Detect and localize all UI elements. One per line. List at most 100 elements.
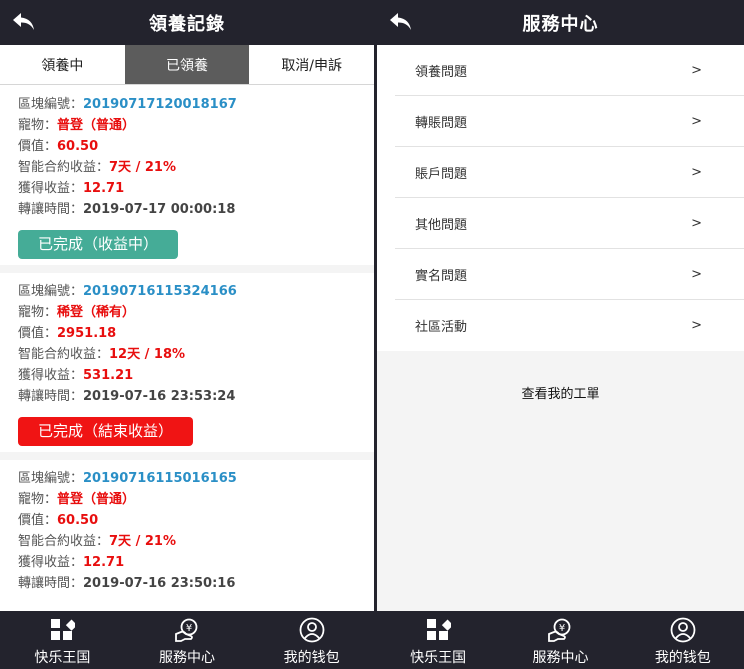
- transfer-time-row: 轉讓時間：2019-07-16 23:53:24: [18, 386, 356, 407]
- service-item-transfer[interactable]: 轉賬問題 >: [395, 96, 744, 147]
- service-item-community[interactable]: 社區活動 >: [395, 300, 744, 351]
- earned-value: 12.71: [83, 181, 125, 196]
- service-item-label: 其他問題: [415, 217, 468, 233]
- pet-row: 寵物：普登（普通）: [18, 115, 356, 136]
- service-center-screen: 服務中心 領養問題 > 轉賬問題 > 賬戶問題 > 其他問題 > 實名問題 > …: [377, 0, 744, 669]
- block-id-label: 區塊編號：: [18, 284, 84, 299]
- price-label: 價值：: [18, 513, 58, 528]
- chevron-right-icon: >: [691, 266, 702, 282]
- transfer-time-row: 轉讓時間：2019-07-16 23:50:16: [18, 573, 356, 594]
- tab-adopted[interactable]: 已領養: [124, 45, 250, 84]
- adoption-records-screen: 領養記錄 領養中 已領養 取消/申訴 區塊編號：2019071712001816…: [0, 0, 374, 669]
- back-arrow-icon[interactable]: [10, 9, 38, 35]
- nav-service-center[interactable]: ¥ 服務中心: [499, 611, 621, 669]
- block-id-value: 20190717120018167: [83, 97, 237, 112]
- contract-value: 12天 / 18%: [109, 347, 186, 362]
- earned-label: 獲得收益：: [18, 181, 84, 196]
- nav-label: 服務中心: [159, 650, 215, 666]
- earned-row: 獲得收益：12.71: [18, 178, 356, 199]
- service-menu: 領養問題 > 轉賬問題 > 賬戶問題 > 其他問題 > 實名問題 > 社區活動 …: [377, 45, 744, 351]
- block-id-label: 區塊編號：: [18, 97, 84, 112]
- record-tabs: 領養中 已領養 取消/申訴: [0, 45, 374, 85]
- tab-cancel-appeal[interactable]: 取消/申訴: [249, 45, 374, 84]
- pet-label: 寵物：: [18, 118, 58, 133]
- price-row: 價值：60.50: [18, 510, 356, 531]
- pet-label: 寵物：: [18, 305, 58, 320]
- price-row: 價值：60.50: [18, 136, 356, 157]
- nav-happy-kingdom[interactable]: 快乐王国: [0, 611, 125, 669]
- service-item-label: 賬戶問題: [415, 166, 468, 182]
- earned-value: 12.71: [83, 555, 125, 570]
- transfer-time-value: 2019-07-17 00:00:18: [83, 202, 236, 217]
- block-id-row: 區塊編號：20190716115016165: [18, 468, 356, 489]
- nav-label: 我的钱包: [283, 650, 340, 666]
- contract-row: 智能合約收益：12天 / 18%: [18, 344, 356, 365]
- service-item-adoption[interactable]: 領養問題 >: [395, 45, 744, 96]
- chevron-right-icon: >: [691, 113, 702, 129]
- record-card: 區塊編號：20190716115016165 寵物：普登（普通） 價值：60.5…: [0, 460, 374, 609]
- chevron-right-icon: >: [691, 62, 702, 78]
- earned-label: 獲得收益：: [18, 368, 84, 383]
- pet-value: 普登（普通）: [57, 118, 136, 133]
- header-bar: 領養記錄: [0, 0, 374, 45]
- nav-label: 我的钱包: [654, 650, 711, 666]
- block-id-value: 20190716115016165: [83, 471, 237, 486]
- contract-label: 智能合約收益：: [18, 347, 110, 362]
- service-item-label: 領養問題: [415, 64, 468, 80]
- record-card: 區塊編號：20190716115324166 寵物：稀登（稀有） 價值：2951…: [0, 273, 374, 460]
- price-label: 價值：: [18, 139, 58, 154]
- contract-label: 智能合約收益：: [18, 160, 110, 175]
- earned-label: 獲得收益：: [18, 555, 84, 570]
- price-row: 價值：2951.18: [18, 323, 356, 344]
- service-item-other[interactable]: 其他問題 >: [395, 198, 744, 249]
- chevron-right-icon: >: [691, 164, 702, 180]
- tab-adopting[interactable]: 領養中: [0, 45, 125, 84]
- grid-icon: [51, 619, 76, 640]
- price-value: 60.50: [57, 139, 99, 154]
- record-list[interactable]: 區塊編號：20190717120018167 寵物：普登（普通） 價值：60.5…: [0, 86, 374, 609]
- nav-label: 服務中心: [532, 650, 589, 666]
- svg-text:¥: ¥: [186, 623, 192, 634]
- transfer-time-label: 轉讓時間：: [18, 576, 84, 591]
- status-button[interactable]: 已完成（結束收益）: [18, 417, 194, 446]
- wallet-icon: [299, 617, 325, 643]
- page-title: 服務中心: [522, 13, 599, 35]
- nav-label: 快乐王国: [34, 650, 91, 666]
- nav-happy-kingdom[interactable]: 快乐王国: [377, 611, 499, 669]
- price-value: 60.50: [57, 513, 99, 528]
- view-my-tickets-link[interactable]: 查看我的工單: [377, 383, 744, 402]
- status-button[interactable]: 已完成（收益中）: [18, 230, 179, 259]
- nav-my-wallet[interactable]: 我的钱包: [249, 611, 374, 669]
- pet-value: 稀登（稀有）: [57, 305, 136, 320]
- block-id-row: 區塊編號：20190717120018167: [18, 94, 356, 115]
- bottom-nav: 快乐王国 ¥ 服務中心 我的钱包: [377, 611, 744, 669]
- nav-label: 快乐王国: [410, 650, 467, 666]
- transfer-time-row: 轉讓時間：2019-07-17 00:00:18: [18, 199, 356, 220]
- grid-icon: [427, 619, 452, 640]
- service-item-account[interactable]: 賬戶問題 >: [395, 147, 744, 198]
- earned-value: 531.21: [83, 368, 134, 383]
- block-id-value: 20190716115324166: [83, 284, 237, 299]
- earned-row: 獲得收益：531.21: [18, 365, 356, 386]
- contract-value: 7天 / 21%: [109, 160, 176, 175]
- transfer-time-value: 2019-07-16 23:53:24: [83, 389, 236, 404]
- contract-label: 智能合約收益：: [18, 534, 110, 549]
- header-bar: 服務中心: [377, 0, 744, 45]
- transfer-time-value: 2019-07-16 23:50:16: [83, 576, 236, 591]
- service-item-realname[interactable]: 實名問題 >: [395, 249, 744, 300]
- chevron-right-icon: >: [691, 318, 702, 333]
- pet-label: 寵物：: [18, 492, 58, 507]
- page-title: 領養記錄: [149, 13, 225, 35]
- contract-row: 智能合約收益：7天 / 21%: [18, 157, 356, 178]
- svg-text:¥: ¥: [559, 623, 565, 634]
- nav-service-center[interactable]: ¥ 服務中心: [125, 611, 250, 669]
- back-arrow-icon[interactable]: [387, 9, 415, 35]
- transfer-time-label: 轉讓時間：: [18, 202, 84, 217]
- wallet-icon: [670, 617, 696, 643]
- contract-value: 7天 / 21%: [109, 534, 176, 549]
- block-id-row: 區塊編號：20190716115324166: [18, 281, 356, 302]
- record-card: 區塊編號：20190717120018167 寵物：普登（普通） 價值：60.5…: [0, 86, 374, 273]
- nav-my-wallet[interactable]: 我的钱包: [622, 611, 744, 669]
- earned-row: 獲得收益：12.71: [18, 552, 356, 573]
- service-icon: ¥: [548, 618, 571, 642]
